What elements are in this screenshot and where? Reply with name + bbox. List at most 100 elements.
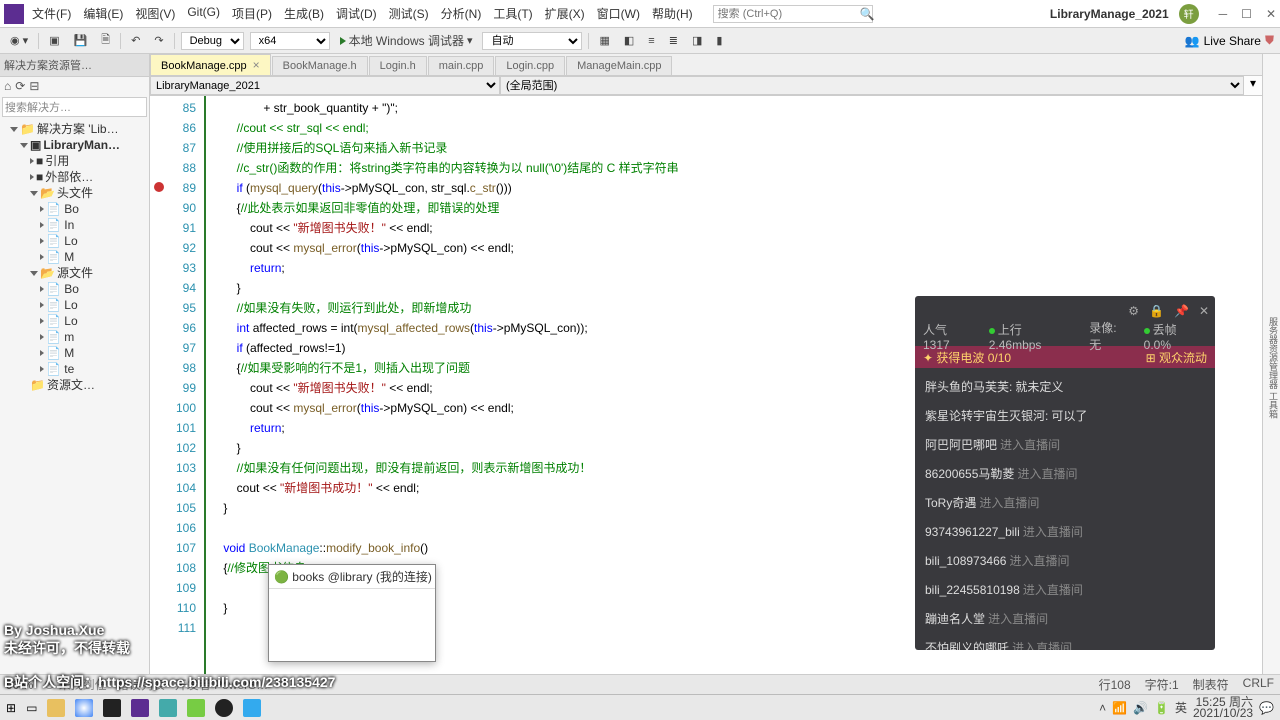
save-all-icon[interactable]: 🗎 [97,30,114,51]
resource-folder[interactable]: 📁 资源文… [2,377,147,393]
file-node[interactable]: 📄 Lo [2,233,147,249]
file-node[interactable]: 📄 Bo [2,281,147,297]
tray-icon[interactable]: 📶 [1112,701,1127,715]
config-combo[interactable]: Debug [181,32,244,50]
vs-icon[interactable] [131,699,149,717]
task-view-icon[interactable]: ▭ [26,701,37,715]
close-button[interactable]: ✕ [1266,7,1276,21]
charge-count: ✦ 获得电波 0/10 [923,349,1011,366]
editor-tab[interactable]: Login.cpp [495,56,565,75]
menu-item[interactable]: 工具(T) [493,5,532,22]
editor-tab[interactable]: main.cpp [428,56,495,75]
obs-icon[interactable] [215,699,233,717]
app-icon[interactable] [187,699,205,717]
notification-center-icon[interactable]: 💬 [1259,701,1274,715]
app-icon[interactable] [159,699,177,717]
refresh-icon[interactable]: ⟳ [15,79,25,93]
menu-item[interactable]: 窗口(W) [597,5,640,22]
breakpoint-icon[interactable] [154,182,164,192]
indent-mode[interactable]: 制表符 [1193,676,1229,693]
minimize-button[interactable]: ─ [1219,7,1228,21]
solution-node[interactable]: 📁 解决方案 'Lib… [2,121,147,137]
toolbar-icon[interactable]: ◧ [620,33,638,48]
collapse-icon[interactable]: ⊟ [29,79,39,93]
pin-icon[interactable]: 📌 [1174,304,1189,318]
platform-combo[interactable]: x64 [250,32,330,50]
tray-icon[interactable]: 🔊 [1133,701,1148,715]
viewer-flow[interactable]: ⊞ 观众流动 [1146,349,1207,366]
terminal-icon[interactable] [103,699,121,717]
taskbar-preview[interactable]: 🟢 books @library (我的连接) - … [268,564,436,662]
file-node[interactable]: 📄 M [2,345,147,361]
gear-icon[interactable]: ⚙ [1128,304,1139,318]
menu-item[interactable]: 测试(S) [389,5,429,22]
toolbar-icon[interactable]: ▮ [712,33,726,48]
clock-date[interactable]: 2021/10/23 [1193,708,1253,719]
references-node[interactable]: ■ 引用 [2,153,147,169]
split-icon[interactable]: ▾ [1244,76,1262,95]
maximize-button[interactable]: ☐ [1241,7,1252,21]
tray-chevron-icon[interactable]: ˄ [1099,701,1106,715]
member-combo[interactable]: (全局范围) [500,76,1244,95]
project-node[interactable]: ▣ LibraryMan… [2,137,147,153]
menu-item[interactable]: 扩展(X) [545,5,585,22]
scope-combo[interactable]: LibraryManage_2021 [150,76,500,95]
start-debug-button[interactable]: 本地 Windows 调试器 ▾ [336,31,477,50]
lock-icon[interactable]: 🔒 [1149,304,1164,318]
editor-tab[interactable]: BookManage.cpp× [150,54,271,75]
liveshare-icon[interactable]: 👥 [1185,34,1200,48]
file-node[interactable]: 📄 Lo [2,297,147,313]
menu-item[interactable]: 分析(N) [441,5,482,22]
chat-item: 紫星论转宇宙生灭银河: 可以了 [915,401,1215,430]
search-box[interactable]: 🔍 [713,5,873,23]
file-node[interactable]: 📄 m [2,329,147,345]
search-input[interactable] [718,8,860,20]
menu-item[interactable]: 帮助(H) [652,5,693,22]
nav-back-icon[interactable]: ◉ ▾ [6,33,32,48]
save-icon[interactable]: 💾 [70,33,92,48]
menu-item[interactable]: 生成(B) [284,5,324,22]
menu-item[interactable]: Git(G) [187,5,220,22]
explorer-search[interactable]: 搜索解决方… [2,97,147,117]
account-avatar[interactable]: 轩 [1179,4,1199,24]
close-icon[interactable]: ✕ [1199,304,1209,318]
source-folder[interactable]: 📂 源文件 [2,265,147,281]
menu-item[interactable]: 编辑(E) [83,5,123,22]
menu-item[interactable]: 调试(D) [336,5,377,22]
start-button[interactable]: ⊞ [6,701,16,715]
auto-combo[interactable]: 自动 [482,32,582,50]
new-file-icon[interactable]: ▣ [45,33,63,48]
close-tab-icon[interactable]: × [253,58,260,72]
file-node[interactable]: 📄 te [2,361,147,377]
menu-item[interactable]: 文件(F) [32,5,71,22]
chat-item: 不怕剧义的哪吒 进入直播间 [915,633,1215,650]
redo-icon[interactable]: ↷ [150,33,167,48]
toolbar-icon[interactable]: ≣ [665,33,682,48]
external-deps-node[interactable]: ■ 外部依… [2,169,147,185]
toolbar-icon[interactable]: ▦ [595,33,613,48]
file-node[interactable]: 📄 Lo [2,313,147,329]
toolbar-icon[interactable]: ≡ [644,34,658,48]
editor-tab[interactable]: ManageMain.cpp [566,56,672,75]
file-node[interactable]: 📄 In [2,217,147,233]
editor-tab[interactable]: Login.h [369,56,427,75]
right-rail[interactable]: 服务器资源管理器 工具箱 [1262,54,1280,674]
chrome-icon[interactable] [75,699,93,717]
file-node[interactable]: 📄 Bo [2,201,147,217]
toolbar-icon[interactable]: ◨ [688,33,706,48]
admin-icon[interactable]: ⛊ [1265,33,1274,48]
search-icon[interactable]: 🔍 [860,7,875,21]
tray-icon[interactable]: 🔋 [1154,701,1169,715]
headers-folder[interactable]: 📂 头文件 [2,185,147,201]
explorer-icon[interactable] [47,699,65,717]
liveshare-button[interactable]: Live Share [1204,34,1261,48]
undo-icon[interactable]: ↶ [127,33,144,48]
edge-icon[interactable] [243,699,261,717]
ime-icon[interactable]: 英 [1175,699,1187,716]
line-ending[interactable]: CRLF [1243,676,1274,693]
home-icon[interactable]: ⌂ [4,79,11,93]
menu-item[interactable]: 视图(V) [135,5,175,22]
editor-tab[interactable]: BookManage.h [272,56,368,75]
file-node[interactable]: 📄 M [2,249,147,265]
menu-item[interactable]: 项目(P) [232,5,272,22]
